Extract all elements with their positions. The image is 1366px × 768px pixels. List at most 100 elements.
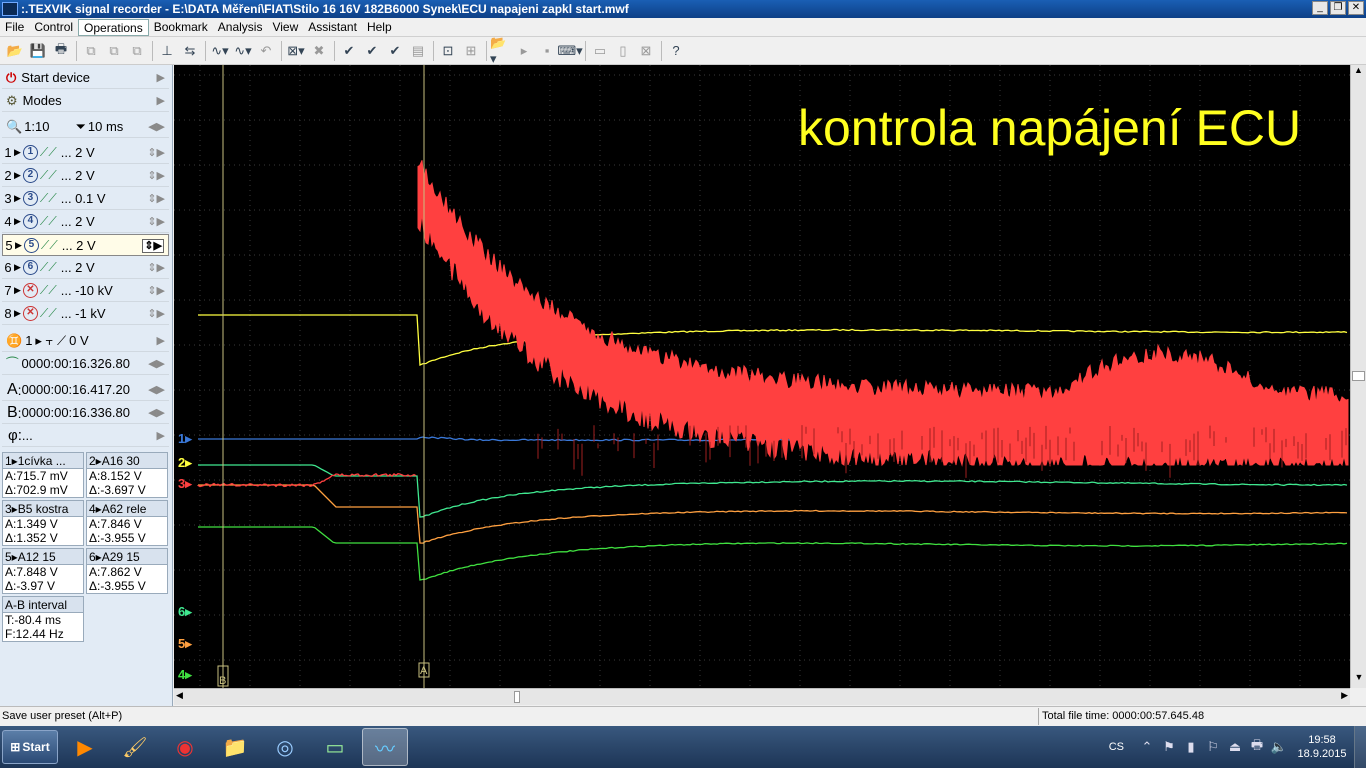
- channel-label-2: 2▸: [178, 455, 193, 470]
- signal-icon[interactable]: ∿▾: [209, 40, 231, 62]
- menu-control[interactable]: Control: [29, 19, 78, 36]
- document-icon[interactable]: ▤: [407, 40, 429, 62]
- show-desktop-button[interactable]: [1354, 726, 1366, 768]
- cursor-b-row[interactable]: B:0000:00:16.336.80 ◀▶: [2, 402, 169, 424]
- show-hidden-icon[interactable]: ⌃: [1136, 739, 1158, 755]
- channel-scale: ... 2 V: [61, 237, 96, 253]
- menu-bookmark[interactable]: Bookmark: [149, 19, 213, 36]
- menu-analysis[interactable]: Analysis: [213, 19, 268, 36]
- channel-row-4[interactable]: 4 ▶ 4 ⟋⟋... 2 V ⇕▶: [2, 211, 169, 233]
- pulse-icon: ⏜: [6, 355, 19, 371]
- trigger-level: 0 V: [69, 333, 89, 348]
- volume-icon[interactable]: 🔈: [1268, 739, 1290, 755]
- cursor-a-row[interactable]: A:0000:00:16.417.20 ◀▶: [2, 379, 169, 401]
- step-icon[interactable]: ▸: [513, 40, 535, 62]
- delete-icon[interactable]: ✖: [308, 40, 330, 62]
- channel-row-1[interactable]: 1 ▶ 1 ⟋⟋... 2 V ⇕▶: [2, 142, 169, 164]
- cursor-icon[interactable]: ⊥: [156, 40, 178, 62]
- measure-delta: Δ:-3.955 V: [89, 579, 146, 593]
- restore-button[interactable]: ❐: [1330, 1, 1346, 15]
- probe-icon: 6: [22, 260, 38, 275]
- folder-open-icon[interactable]: 📂▾: [490, 35, 512, 66]
- measure-icon[interactable]: ⇆: [179, 40, 201, 62]
- measure-delta: Δ:-3.955 V: [89, 531, 146, 545]
- measure-delta: Δ:-3.697 V: [89, 483, 146, 497]
- channel-number: 4: [4, 214, 12, 229]
- check-down-icon[interactable]: ✔: [361, 40, 383, 62]
- texvik-app-icon[interactable]: 〰: [362, 728, 408, 766]
- measure-delta: Δ:1.352 V: [5, 531, 58, 545]
- trace-ch5: [198, 484, 1348, 544]
- printer-icon[interactable]: 🖶: [1246, 736, 1268, 758]
- coupling-icon: ⟋⟋: [39, 260, 57, 274]
- copy-icon[interactable]: ⧉: [80, 40, 102, 62]
- trigger-time-row[interactable]: ⏜ 0000:00:16.326.80 ◀▶: [2, 353, 169, 375]
- probe-icon: 1: [22, 145, 38, 160]
- menu-view[interactable]: View: [267, 19, 303, 36]
- save-icon[interactable]: 💾: [27, 40, 49, 62]
- fit-icon[interactable]: ⊡: [437, 40, 459, 62]
- open-icon[interactable]: 📂: [4, 40, 26, 62]
- media-player-icon[interactable]: ▶: [62, 728, 108, 766]
- desktop-app-icon[interactable]: ▭: [312, 728, 358, 766]
- phase-row[interactable]: φ:... ▶: [2, 425, 169, 447]
- check-icon[interactable]: ✔: [338, 40, 360, 62]
- action-center-icon[interactable]: ⚑: [1158, 739, 1180, 755]
- zoom-icon[interactable]: ⊠▾: [285, 40, 307, 62]
- channel-scale: ... 2 V: [60, 168, 95, 183]
- safely-remove-icon[interactable]: ⏏: [1224, 739, 1246, 755]
- page-icon[interactable]: ▯: [612, 40, 634, 62]
- cursor-b-time: 0000:00:16.336.80: [21, 405, 130, 420]
- channel-row-5[interactable]: 5 ▶ 5 ⟋⟋... 2 V ⇕▶: [2, 234, 169, 256]
- keyboard-icon[interactable]: ⌨▾: [557, 40, 582, 62]
- measure-value: A:7.862 V: [89, 565, 142, 579]
- select-icon[interactable]: ⊞: [460, 40, 482, 62]
- channel-row-3[interactable]: 3 ▶ 3 ⟋⟋... 0.1 V ⇕▶: [2, 188, 169, 210]
- channel-row-7[interactable]: 7 ▶ ✕ ⟋⟋... -10 kV ⇕▶: [2, 280, 169, 302]
- paste-icon[interactable]: ⧉: [103, 40, 125, 62]
- check-all-icon[interactable]: ✔: [384, 40, 406, 62]
- help-icon[interactable]: ?: [665, 40, 687, 62]
- channel-row-8[interactable]: 8 ▶ ✕ ⟋⟋... -1 kV ⇕▶: [2, 303, 169, 325]
- undo-icon[interactable]: ↶: [255, 40, 277, 62]
- channel-number: 6: [4, 260, 12, 275]
- menu-operations[interactable]: Operations: [78, 18, 149, 36]
- language-indicator[interactable]: CS: [1109, 741, 1124, 753]
- menu-help[interactable]: Help: [362, 19, 397, 36]
- trigger-row[interactable]: ♊ 1 ▸ ⫟ ⟋ 0 V ▶: [2, 330, 169, 352]
- minimize-button[interactable]: _: [1312, 1, 1328, 15]
- menu-file[interactable]: File: [0, 19, 29, 36]
- explorer-icon[interactable]: 📁: [212, 728, 258, 766]
- cut-icon[interactable]: ⧉: [126, 40, 148, 62]
- clear-icon[interactable]: ⊠: [635, 40, 657, 62]
- signal-filter-icon[interactable]: ∿▾: [232, 40, 254, 62]
- network-icon[interactable]: ◎: [262, 728, 308, 766]
- close-button[interactable]: ✕: [1348, 1, 1364, 15]
- start-device-item[interactable]: ⏻ Start device ▶: [2, 67, 169, 89]
- start-button[interactable]: ⊞ Start: [2, 730, 58, 764]
- step-end-icon[interactable]: ▪: [536, 40, 558, 62]
- menu-assistant[interactable]: Assistant: [303, 19, 362, 36]
- phase-value: ...: [21, 428, 33, 443]
- chrome-icon[interactable]: ◉: [162, 728, 208, 766]
- coupling-icon: ⟋⟋: [39, 283, 57, 297]
- channel-row-2[interactable]: 2 ▶ 2 ⟋⟋... 2 V ⇕▶: [2, 165, 169, 187]
- network-signal-icon[interactable]: ▮: [1180, 739, 1202, 755]
- paint-icon[interactable]: 🖌: [112, 728, 158, 766]
- modes-item[interactable]: ⚙ Modes ▶: [2, 90, 169, 112]
- channel-row-6[interactable]: 6 ▶ 6 ⟋⟋... 2 V ⇕▶: [2, 257, 169, 279]
- probe-icon: 4: [22, 214, 38, 229]
- vertical-scrollbar[interactable]: ▲ ▼: [1350, 65, 1366, 688]
- status-hint: Save user preset (Alt+P): [2, 710, 123, 722]
- image-icon[interactable]: ▭: [589, 40, 611, 62]
- timebase-icon: ⏷: [75, 118, 86, 134]
- print-icon[interactable]: 🖶: [50, 40, 72, 62]
- flag-icon[interactable]: ⚐: [1202, 739, 1224, 755]
- horizontal-scrollbar[interactable]: ◀ ▶: [174, 688, 1350, 705]
- oscilloscope-display[interactable]: B A 1▸ 2▸ 3▸ 6▸ 5▸ 4▸ kontrola napájení ECU: [174, 65, 1350, 688]
- menu-bar: File Control Operations Bookmark Analysi…: [0, 18, 1366, 37]
- waveform-canvas[interactable]: B A 1▸ 2▸ 3▸ 6▸ 5▸ 4▸: [174, 65, 1350, 688]
- channel-number: 1: [4, 145, 12, 160]
- clock[interactable]: 19:58 18.9.2015: [1290, 733, 1354, 761]
- zoom-row[interactable]: 🔍 1:10 ⏷ 10 ms ◀▶: [2, 116, 169, 138]
